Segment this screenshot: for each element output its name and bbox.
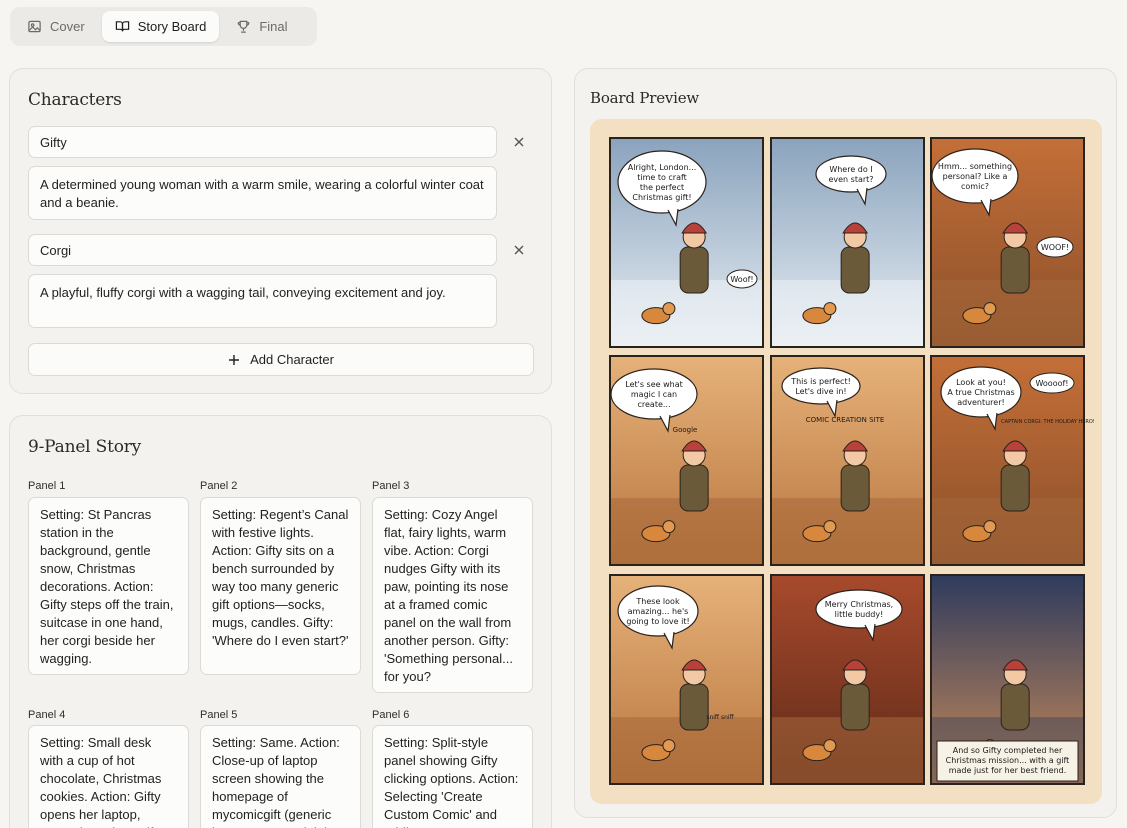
panel-label: Panel 5 bbox=[200, 709, 238, 721]
story-card: 9-Panel Story Panel 1 Setting: St Pancra… bbox=[9, 415, 552, 828]
close-icon bbox=[514, 137, 524, 147]
character-name-input[interactable]: Gifty bbox=[28, 126, 497, 158]
board-preview-card: Board Preview Alright, London... time to … bbox=[574, 68, 1117, 818]
tab-story-board[interactable]: Story Board bbox=[101, 11, 220, 42]
remove-character-button[interactable] bbox=[510, 133, 528, 151]
comic-panel-8: Merry Christmas,little buddy! bbox=[770, 574, 925, 785]
tab-final-label: Final bbox=[259, 19, 288, 34]
comic-board-image: Alright, London... time to craft the perfe… bbox=[590, 119, 1102, 804]
comic-panel-9: And so Gifty completed herChristmas miss… bbox=[930, 574, 1085, 785]
character-name-input[interactable]: Corgi bbox=[28, 234, 497, 266]
woof-text: WOOF! bbox=[1041, 243, 1069, 252]
comic-panel-4: Let's see whatmagic I cancreate... bbox=[609, 355, 764, 566]
speech-bubble-text: Alright, London... bbox=[628, 163, 697, 172]
sniff-text: sniff sniff bbox=[706, 714, 734, 721]
close-icon bbox=[514, 245, 524, 255]
speech-bubble-text: This is perfect! bbox=[790, 377, 851, 386]
speech-bubble-text: going to love it! bbox=[626, 617, 689, 626]
add-character-button[interactable]: Add Character bbox=[28, 343, 534, 376]
site-title-text: COMIC CREATION SITE bbox=[806, 416, 885, 424]
comic-panel-1: Alright, London...time to craftthe perfe… bbox=[609, 137, 764, 348]
comic-board: Alright, London...time to craftthe perfe… bbox=[609, 137, 1095, 785]
panel-text-input[interactable]: Setting: Split-style panel showing Gifty… bbox=[372, 725, 533, 828]
woof-text: Woooof! bbox=[1035, 379, 1068, 388]
trophy-icon bbox=[238, 20, 250, 33]
remove-character-button[interactable] bbox=[510, 241, 528, 259]
speech-bubble-text: comic? bbox=[961, 182, 989, 191]
add-character-label: Add Character bbox=[250, 352, 334, 367]
view-tabs: Cover Story Board Final bbox=[10, 7, 317, 46]
comic-panel-7: These lookamazing... he'sgoing to love i… bbox=[609, 574, 764, 785]
speech-bubble-text: Christmas mission... with a gift bbox=[946, 756, 1070, 765]
tab-story-board-label: Story Board bbox=[137, 19, 207, 34]
speech-bubble-text: the perfect bbox=[640, 183, 684, 192]
speech-bubble-text: Let's dive in! bbox=[795, 387, 846, 396]
search-text: Google bbox=[673, 426, 698, 434]
speech-bubble-text: made just for her best friend. bbox=[949, 766, 1067, 775]
panel-label: Panel 4 bbox=[28, 709, 66, 721]
speech-bubble-text: Look at you! bbox=[956, 378, 1006, 387]
characters-card: Characters Gifty A determined young woma… bbox=[9, 68, 552, 394]
speech-bubble-text: amazing... he's bbox=[628, 607, 689, 616]
speech-bubble-text: Let's see what bbox=[625, 380, 683, 389]
speech-bubble-text: These look bbox=[635, 597, 680, 606]
book-open-icon bbox=[115, 21, 129, 32]
comic-panel-2: Where do Ieven start? bbox=[770, 137, 925, 348]
speech-bubble-text: time to craft bbox=[637, 173, 687, 182]
panel-label: Panel 2 bbox=[200, 480, 238, 492]
panel-label: Panel 1 bbox=[28, 480, 66, 492]
speech-bubble-text: even start? bbox=[828, 175, 873, 184]
panel-text-input[interactable]: Setting: St Pancras station in the backg… bbox=[28, 497, 189, 675]
speech-bubble-text: Where do I bbox=[829, 165, 872, 174]
speech-bubble-text: Hmm... something bbox=[938, 162, 1012, 171]
panel-text-input[interactable]: Setting: Cozy Angel flat, fairy lights, … bbox=[372, 497, 533, 693]
speech-bubble-text: adventurer! bbox=[957, 398, 1004, 407]
speech-bubble-text: magic I can bbox=[631, 390, 677, 399]
panel-text-input[interactable]: Setting: Regent’s Canal with festive lig… bbox=[200, 497, 361, 675]
characters-title: Characters bbox=[28, 90, 122, 110]
panel-label: Panel 3 bbox=[372, 480, 410, 492]
story-title: 9-Panel Story bbox=[28, 437, 142, 457]
comic-panel-5: This is perfect!Let's dive in! bbox=[770, 355, 925, 566]
speech-bubble-text: personal? Like a bbox=[943, 172, 1008, 181]
tab-cover-label: Cover bbox=[50, 19, 85, 34]
tab-cover[interactable]: Cover bbox=[14, 11, 98, 42]
speech-bubble-text: Merry Christmas, bbox=[825, 600, 893, 609]
speech-bubble-text: create... bbox=[637, 400, 670, 409]
panel-text-input[interactable]: Setting: Same. Action: Close-up of lapto… bbox=[200, 725, 361, 828]
tab-final[interactable]: Final bbox=[223, 11, 300, 42]
speech-bubble-text: And so Gifty completed her bbox=[953, 746, 1063, 755]
panel-text-input[interactable]: Setting: Small desk with a cup of hot ch… bbox=[28, 725, 189, 828]
speech-bubble-text: A true Christmas bbox=[947, 388, 1014, 397]
speech-bubble-text: Christmas gift! bbox=[632, 193, 691, 202]
character-description-input[interactable]: A playful, fluffy corgi with a wagging t… bbox=[28, 274, 497, 328]
plus-icon bbox=[229, 354, 240, 365]
image-icon bbox=[28, 20, 41, 33]
speech-bubble-text: little buddy! bbox=[835, 610, 884, 619]
poster-text: CAPTAIN CORGI: THE HOLIDAY HERO! bbox=[1001, 419, 1095, 425]
character-description-input[interactable]: A determined young woman with a warm smi… bbox=[28, 166, 497, 220]
woof-text: Woof! bbox=[730, 275, 753, 284]
panel-label: Panel 6 bbox=[372, 709, 410, 721]
board-preview-title: Board Preview bbox=[590, 89, 700, 107]
